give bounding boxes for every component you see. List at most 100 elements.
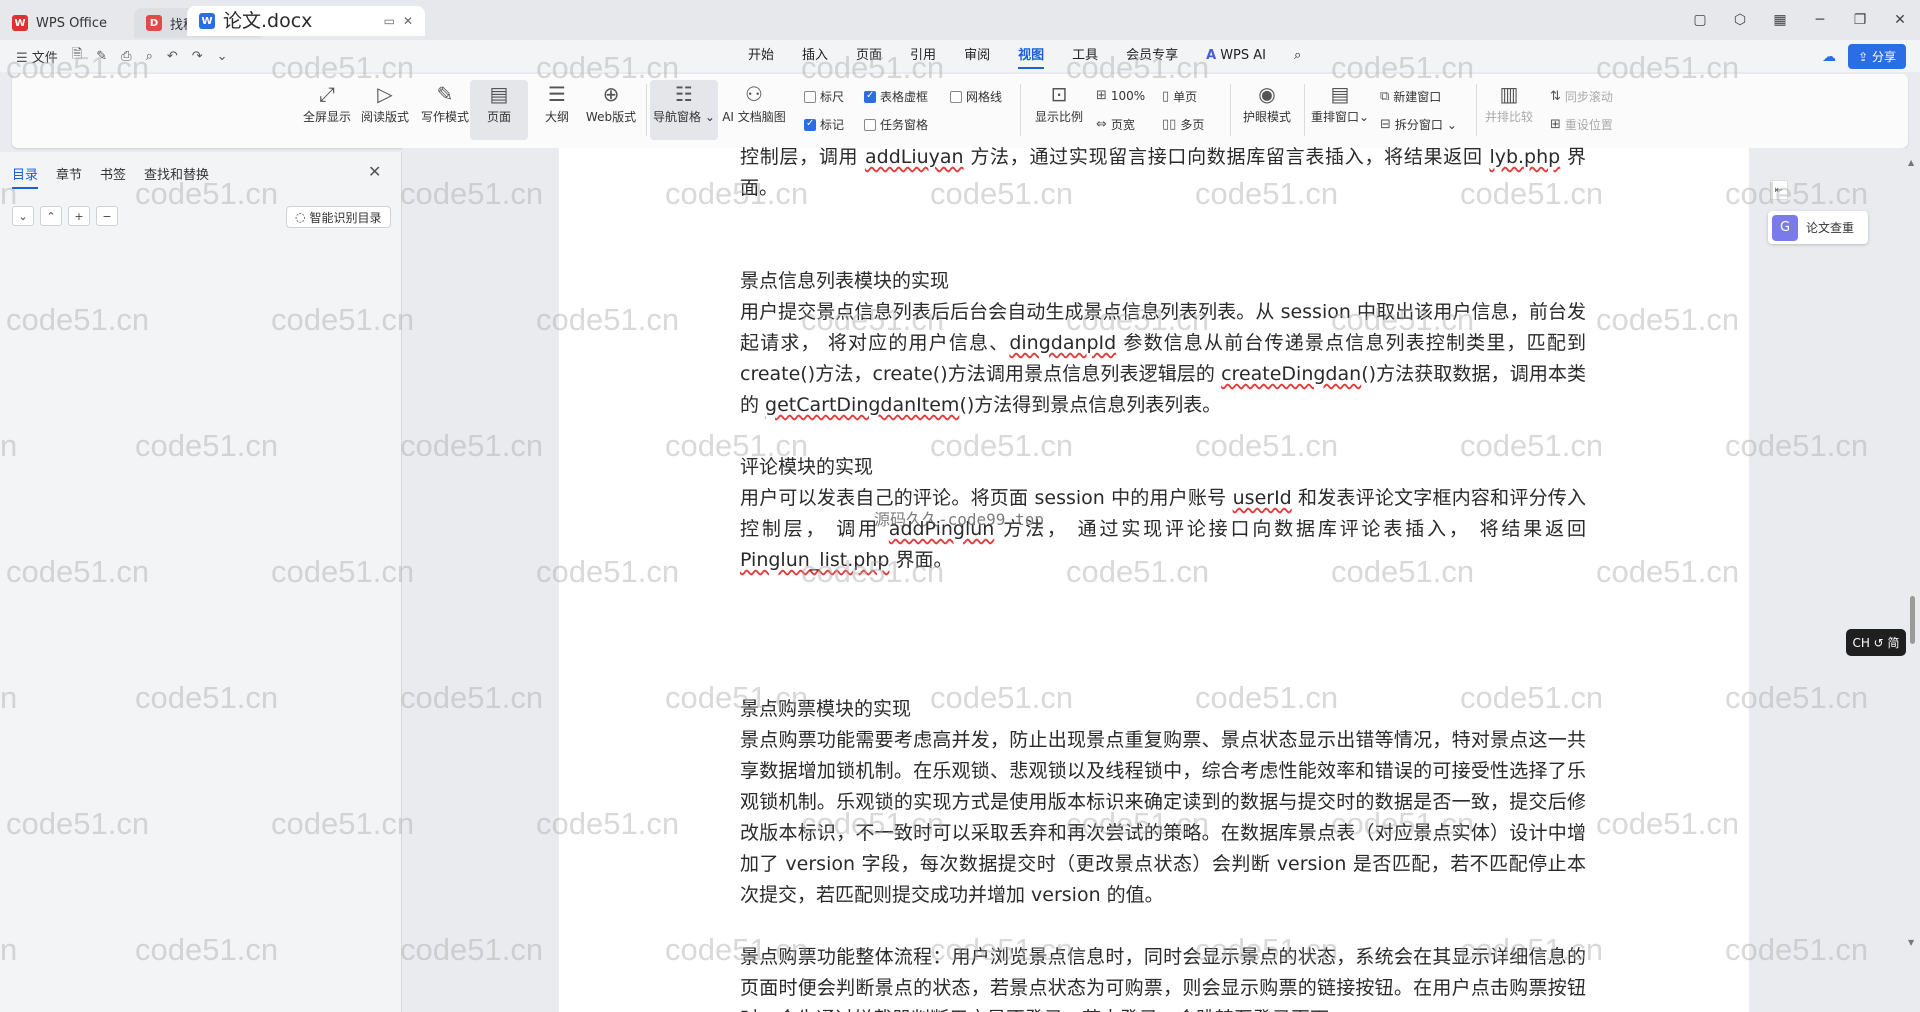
eye-icon: ◉ xyxy=(1258,82,1276,106)
scrollbar[interactable]: ▲ ▼ xyxy=(1906,152,1920,1012)
navigation-pane: 目录 章节 书签 查找和替换 ✕ ⌄ ⌃ + − ◌ 智能识别目录 xyxy=(0,152,402,1012)
print-preview-icon[interactable]: ⌕ xyxy=(146,49,153,64)
ime-indicator[interactable]: CH ↺ 简 xyxy=(1846,629,1906,656)
gridline-checkbox[interactable]: 网格线 xyxy=(950,88,1002,105)
file-menu[interactable]: ☰ 文件 xyxy=(16,47,58,66)
close-tab-icon[interactable]: ✕ xyxy=(403,6,413,37)
document-body[interactable]: 控制层，调用 addLiuyan 方法，通过实现留言接口向数据库留言表插入，将结… xyxy=(740,146,1587,1012)
outline-button[interactable]: ☰ 大纲 xyxy=(528,80,586,125)
word-doc-icon: W xyxy=(199,13,215,29)
screen-icon[interactable]: ▭ xyxy=(384,6,395,37)
nav-pane-button[interactable]: ☷ 导航窗格 ⌄ xyxy=(650,80,718,140)
hamburger-icon: ☰ xyxy=(16,50,28,66)
paragraph: 用户提交景点信息列表后后台会自动生成景点信息列表列表。从 session 中取出… xyxy=(740,301,1586,416)
document-page[interactable]: 控制层，调用 addLiuyan 方法，通过实现留言接口向数据库留言表插入，将结… xyxy=(559,146,1749,1012)
writing-mode-button[interactable]: ✎ 写作模式 xyxy=(416,80,474,125)
one-to-one-icon: ⊞ xyxy=(1096,88,1107,103)
chevron-down-icon[interactable]: ⌄ xyxy=(12,206,34,226)
cloud-upload-icon[interactable]: ☁ xyxy=(1822,49,1836,65)
chevron-up-icon[interactable]: ⌃ xyxy=(40,206,62,226)
minimize-icon[interactable]: ─ xyxy=(1800,12,1840,28)
side-by-side-icon: ▥ xyxy=(1499,82,1519,106)
web-layout-button[interactable]: ⊕ Web版式 xyxy=(582,80,640,125)
page-width-icon: ⇔ xyxy=(1096,117,1107,132)
scroll-down-icon[interactable]: ▼ xyxy=(1908,938,1914,947)
collapse-icon[interactable]: ⇤ xyxy=(1770,180,1788,200)
page-view-button[interactable]: ▤ 页面 xyxy=(470,80,528,140)
section-heading: 景点信息列表模块的实现 xyxy=(740,270,950,292)
ruler-checkbox[interactable]: 标尺 xyxy=(804,88,844,105)
globe-icon: ⊕ xyxy=(602,82,620,106)
menu-tab-wps-ai[interactable]: A WPS AI xyxy=(1192,40,1280,72)
nav-tab-toc[interactable]: 目录 xyxy=(12,164,39,189)
sync-scroll-button[interactable]: ⇅ 同步滚动 xyxy=(1550,88,1613,105)
expand-icon: ⤢ xyxy=(319,82,335,106)
zoom-100-button[interactable]: ⊞ 100% xyxy=(1096,88,1145,103)
menu-tab-insert[interactable]: 插入 xyxy=(788,40,842,72)
split-window-button[interactable]: ⊟ 拆分窗口 ⌄ xyxy=(1380,116,1457,133)
document-area: 控制层，调用 addLiuyan 方法，通过实现留言接口向数据库留言表插入，将结… xyxy=(402,146,1920,1012)
page-width-button[interactable]: ⇔ 页宽 xyxy=(1096,116,1135,133)
cube-icon[interactable]: ⬡ xyxy=(1720,12,1760,28)
ribbon-view: ⤢ 全屏显示 ▷ 阅读版式 ✎ 写作模式 ▤ 页面 ☰ 大纲 ⊕ Web版式 ☷ 导航窗格 ⌄… xyxy=(12,74,1908,148)
menu-tab-member[interactable]: 会员专享 xyxy=(1112,40,1192,72)
reading-mode-button[interactable]: ▷ 阅读版式 xyxy=(356,80,414,125)
paragraph: 用户可以发表自己的评论。将页面 session 中的用户账号 userId 和发… xyxy=(740,487,1587,571)
menu-tab-home[interactable]: 开始 xyxy=(734,40,788,72)
scroll-up-icon[interactable]: ▲ xyxy=(1908,158,1914,167)
undo-icon[interactable]: ↶ xyxy=(167,49,178,64)
table-gridline-checkbox[interactable]: 表格虚框 xyxy=(864,88,928,105)
restore-icon[interactable]: ❐ xyxy=(1840,12,1880,28)
format-brush-icon[interactable]: ✎ xyxy=(96,49,107,64)
layout-icon[interactable]: ▢ xyxy=(1680,12,1720,28)
sync-scroll-icon: ⇅ xyxy=(1550,89,1561,104)
rearrange-window-button[interactable]: ▤ 重排窗口⌄ xyxy=(1306,80,1374,125)
new-window-button[interactable]: ⧉ 新建窗口 xyxy=(1380,88,1441,105)
smart-toc-button[interactable]: ◌ 智能识别目录 xyxy=(286,206,391,228)
tab-wps-office[interactable]: W WPS Office xyxy=(0,8,128,38)
print-icon[interactable]: ⎙ xyxy=(121,49,131,64)
paragraph: 景点购票功能整体流程：用户浏览景点信息时，同时会显示景点的状态，系统会在其显示详… xyxy=(740,946,1586,1012)
close-window-icon[interactable]: ✕ xyxy=(1880,12,1920,28)
split-window-icon: ⊟ xyxy=(1380,117,1391,132)
plus-icon[interactable]: + xyxy=(68,206,90,226)
nav-tab-bookmark[interactable]: 书签 xyxy=(100,164,126,183)
share-button[interactable]: ⇪ 分享 xyxy=(1848,44,1906,69)
scrollbar-thumb[interactable] xyxy=(1910,596,1915,644)
close-icon[interactable]: ✕ xyxy=(368,162,381,181)
nav-pane-icon: ☷ xyxy=(675,82,693,106)
avatar-icon[interactable]: ▦ xyxy=(1760,12,1800,28)
zoom-ratio-button[interactable]: ⊡ 显示比例 xyxy=(1030,80,1088,125)
reset-position-button[interactable]: ⊞ 重设位置 xyxy=(1550,116,1613,133)
smart-icon: ◌ xyxy=(295,210,306,224)
markup-checkbox[interactable]: 标记 xyxy=(804,116,844,133)
pen-icon: ✎ xyxy=(436,82,454,106)
nav-tab-find-replace[interactable]: 查找和替换 xyxy=(144,164,209,183)
ai-mindmap-button[interactable]: ⚇ AI 文档脑图 xyxy=(720,80,788,125)
minus-icon[interactable]: − xyxy=(96,206,118,226)
search-icon[interactable]: ⌕ xyxy=(1280,40,1315,72)
menu-tab-view[interactable]: 视图 xyxy=(1004,40,1058,72)
side-by-side-button[interactable]: ▥ 并排比较 xyxy=(1480,80,1538,125)
paper-check-button[interactable]: G 论文查重 xyxy=(1768,211,1868,244)
paper-check-icon: G xyxy=(1772,214,1798,241)
eye-care-button[interactable]: ◉ 护眼模式 xyxy=(1238,80,1296,125)
menu-tab-page[interactable]: 页面 xyxy=(842,40,896,72)
save-icon[interactable]: 🗎 xyxy=(72,45,82,67)
tab-label: 论文.docx xyxy=(223,9,313,32)
fullscreen-button[interactable]: ⤢ 全屏显示 xyxy=(298,80,356,125)
more-chevron-icon[interactable]: ⌄ xyxy=(217,49,228,64)
menu-bar: ☰ 文件 🗎 ✎ ⎙ ⌕ ↶ ↷ ⌄ 开始 插入 页面 引用 审阅 视图 工具 … xyxy=(0,40,1920,72)
multi-page-icon: ▯▯ xyxy=(1162,117,1177,132)
nav-tab-chapter[interactable]: 章节 xyxy=(56,164,82,183)
page-icon: ▤ xyxy=(489,82,509,106)
multi-page-button[interactable]: ▯▯ 多页 xyxy=(1162,116,1204,133)
single-page-button[interactable]: ▯ 单页 xyxy=(1162,88,1197,105)
menu-tab-tools[interactable]: 工具 xyxy=(1058,40,1112,72)
menu-tab-reference[interactable]: 引用 xyxy=(896,40,950,72)
tab-document[interactable]: W 论文.docx ▭ ✕ xyxy=(187,6,425,36)
paragraph: 控制层，调用 addLiuyan 方法，通过实现留言接口向数据库留言表插入，将结… xyxy=(740,146,1586,199)
redo-icon[interactable]: ↷ xyxy=(192,49,203,64)
menu-tab-review[interactable]: 审阅 xyxy=(950,40,1004,72)
task-pane-checkbox[interactable]: 任务窗格 xyxy=(864,116,928,133)
